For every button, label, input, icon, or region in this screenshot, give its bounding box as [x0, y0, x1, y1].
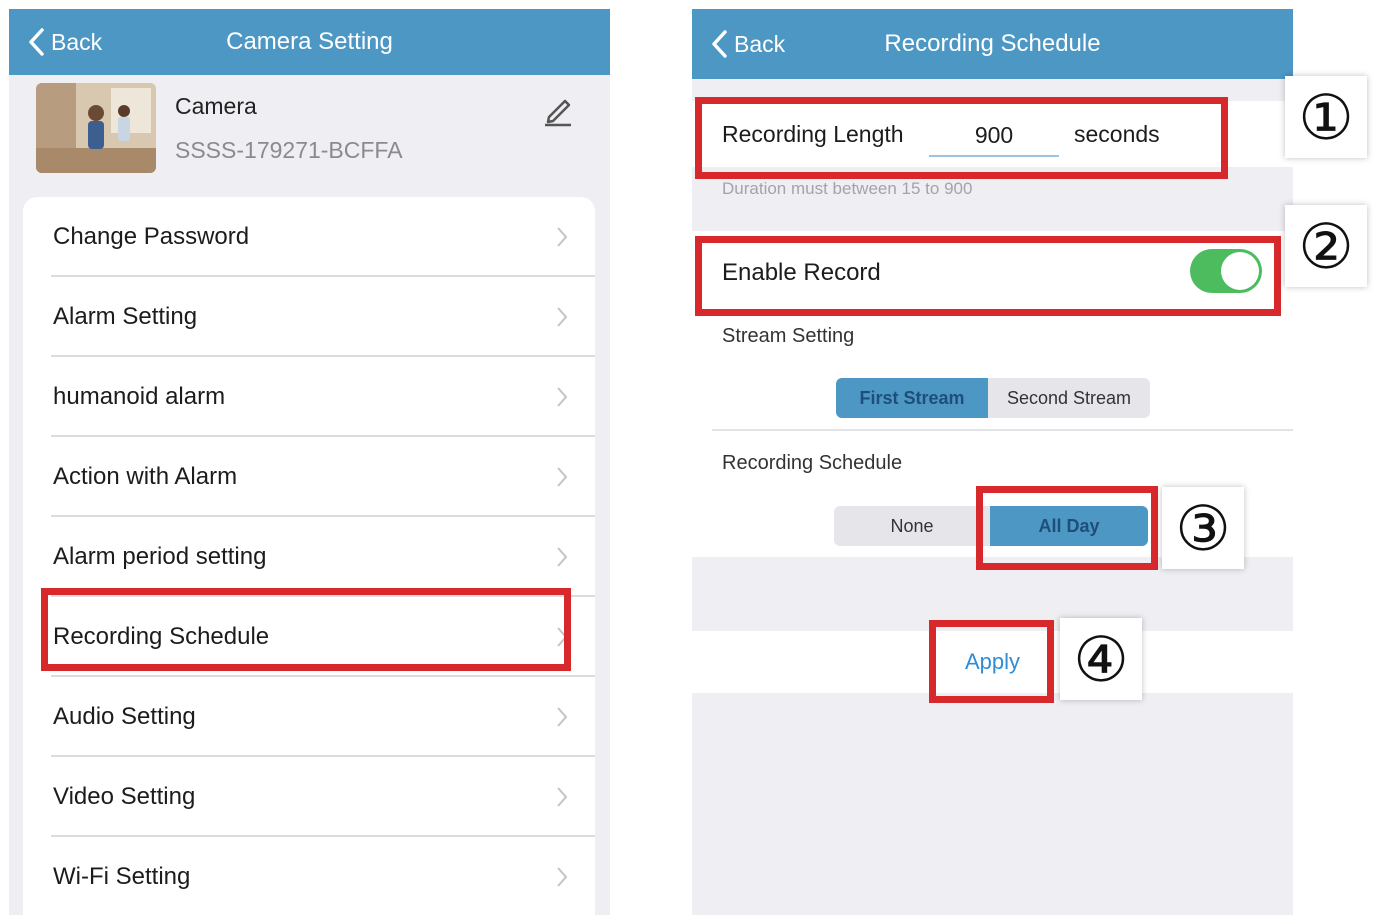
menu-item-label: Alarm period setting — [53, 543, 267, 570]
stream-setting-label: Stream Setting — [722, 325, 855, 347]
chevron-right-icon — [557, 387, 568, 407]
step-2-badge: ② — [1285, 205, 1367, 287]
pencil-icon[interactable] — [541, 93, 575, 127]
highlight-recording-schedule — [41, 588, 571, 671]
menu-item-change-password[interactable]: Change Password — [23, 197, 595, 277]
none-option[interactable]: None — [834, 506, 990, 546]
chevron-right-icon — [557, 547, 568, 567]
camera-header: Camera SSSS-179271-BCFFA — [9, 75, 610, 183]
step-3-badge: ③ — [1162, 487, 1244, 569]
chevron-right-icon — [557, 787, 568, 807]
chevron-right-icon — [557, 467, 568, 487]
camera-name: Camera — [175, 93, 257, 119]
stream-segmented-control: First Stream Second Stream — [836, 378, 1150, 418]
menu-item-wifi-setting[interactable]: Wi-Fi Setting — [23, 837, 595, 915]
menu-item-label: Video Setting — [53, 783, 196, 810]
menu-item-label: Action with Alarm — [53, 463, 238, 490]
menu-item-label: Change Password — [53, 223, 250, 250]
menu-item-action-with-alarm[interactable]: Action with Alarm — [23, 437, 595, 517]
menu-item-video-setting[interactable]: Video Setting — [23, 757, 595, 837]
menu-item-label: Wi-Fi Setting — [53, 863, 191, 890]
settings-menu: Change Password Alarm Setting humanoid a… — [23, 197, 595, 915]
highlight-apply — [929, 620, 1054, 703]
divider — [712, 429, 1293, 431]
recording-length-hint: Duration must between 15 to 900 — [722, 179, 973, 198]
chevron-right-icon — [557, 707, 568, 727]
first-stream-option[interactable]: First Stream — [836, 378, 988, 418]
chevron-right-icon — [557, 307, 568, 327]
recording-schedule-label: Recording Schedule — [722, 452, 903, 474]
page-title: Camera Setting — [226, 28, 393, 55]
chevron-right-icon — [557, 227, 568, 247]
camera-id: SSSS-179271-BCFFA — [175, 137, 403, 163]
step-1-badge: ① — [1285, 76, 1367, 158]
camera-thumbnail[interactable] — [36, 83, 156, 173]
screenshot-root: Back Camera Setting Camera SSSS-179271-B… — [0, 0, 1374, 915]
highlight-enable-record — [695, 236, 1281, 316]
navbar: Back Camera Setting — [9, 9, 610, 75]
chevron-right-icon — [557, 867, 568, 887]
highlight-recording-length — [695, 97, 1228, 179]
navbar: Back Recording Schedule — [692, 9, 1293, 79]
menu-item-alarm-period-setting[interactable]: Alarm period setting — [23, 517, 595, 597]
camera-setting-screen: Back Camera Setting Camera SSSS-179271-B… — [9, 9, 610, 915]
menu-item-audio-setting[interactable]: Audio Setting — [23, 677, 595, 757]
menu-item-label: Audio Setting — [53, 703, 196, 730]
second-stream-option[interactable]: Second Stream — [988, 378, 1150, 418]
menu-item-label: Alarm Setting — [53, 303, 198, 330]
menu-item-humanoid-alarm[interactable]: humanoid alarm — [23, 357, 595, 437]
step-4-badge: ④ — [1060, 618, 1142, 700]
highlight-all-day — [976, 486, 1158, 570]
menu-item-alarm-setting[interactable]: Alarm Setting — [23, 277, 595, 357]
menu-item-label: humanoid alarm — [53, 383, 226, 410]
page-title: Recording Schedule — [884, 30, 1101, 57]
